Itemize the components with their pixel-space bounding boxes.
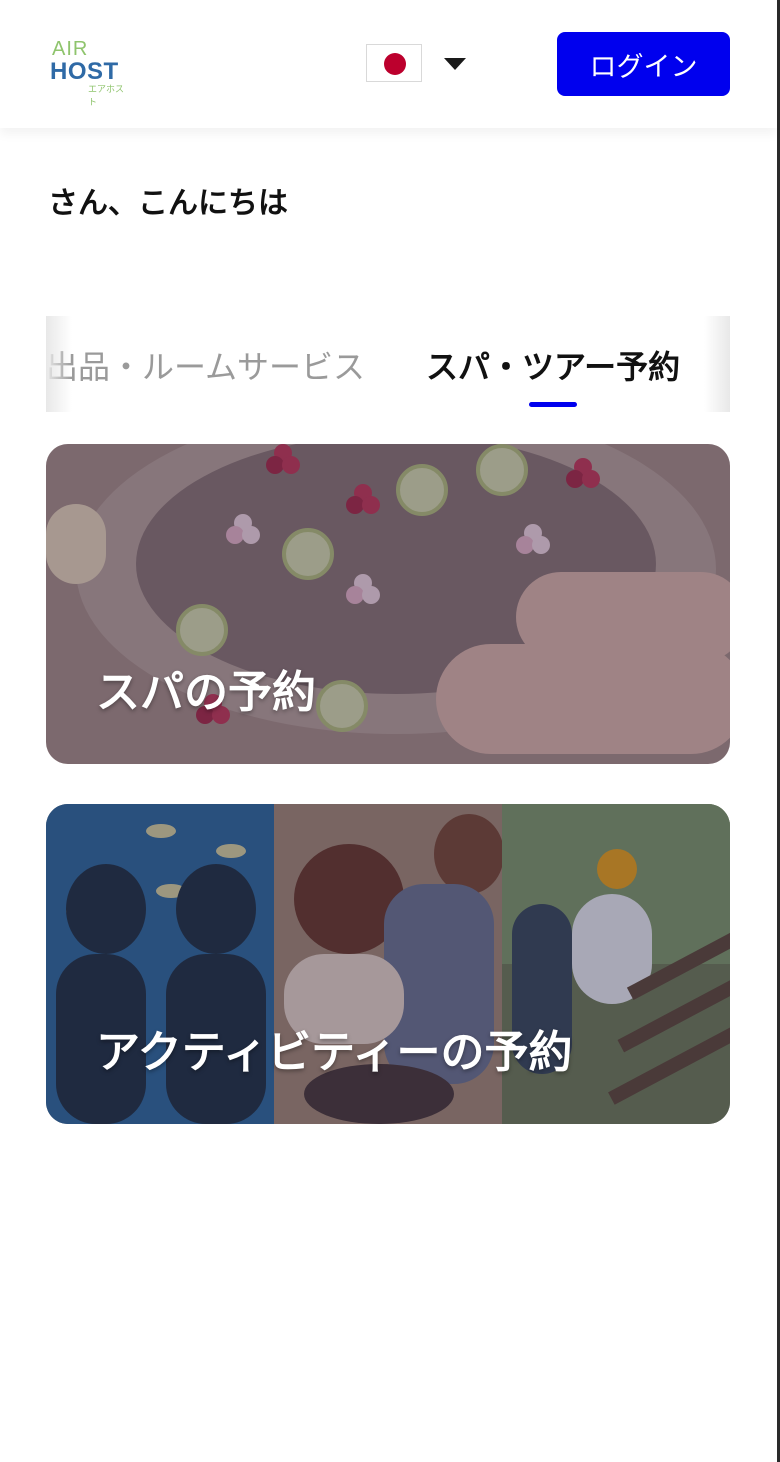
login-button[interactable]: ログイン	[557, 32, 730, 96]
activity-booking-title: アクティビティーの予約	[96, 1027, 573, 1078]
flag-disc	[384, 53, 406, 75]
tabs-scroll-fade-left	[46, 316, 72, 412]
greeting-text: さん、こんにちは	[48, 186, 288, 221]
spa-booking-card[interactable]: スパの予約	[46, 444, 730, 764]
logo-kana-text: エアホスト	[88, 85, 125, 108]
activity-booking-card[interactable]: アクティビティーの予約	[46, 804, 730, 1124]
app-header: AIR HOST エアホスト ログイン	[0, 0, 777, 128]
tabs-scroll-fade-right	[704, 316, 730, 412]
japan-flag-icon[interactable]	[366, 44, 422, 82]
airhost-logo[interactable]: AIR HOST エアホスト	[50, 38, 130, 108]
spa-booking-title: スパの予約	[96, 667, 316, 718]
caret-down-icon[interactable]	[444, 58, 466, 70]
category-tabs: 出品・ルームサービス スパ・ツアー予約	[46, 316, 730, 412]
tab-listing-room-service[interactable]: 出品・ルームサービス	[46, 342, 365, 388]
tab-spa-tour-booking[interactable]: スパ・ツアー予約	[426, 342, 680, 388]
active-tab-indicator	[529, 402, 577, 407]
